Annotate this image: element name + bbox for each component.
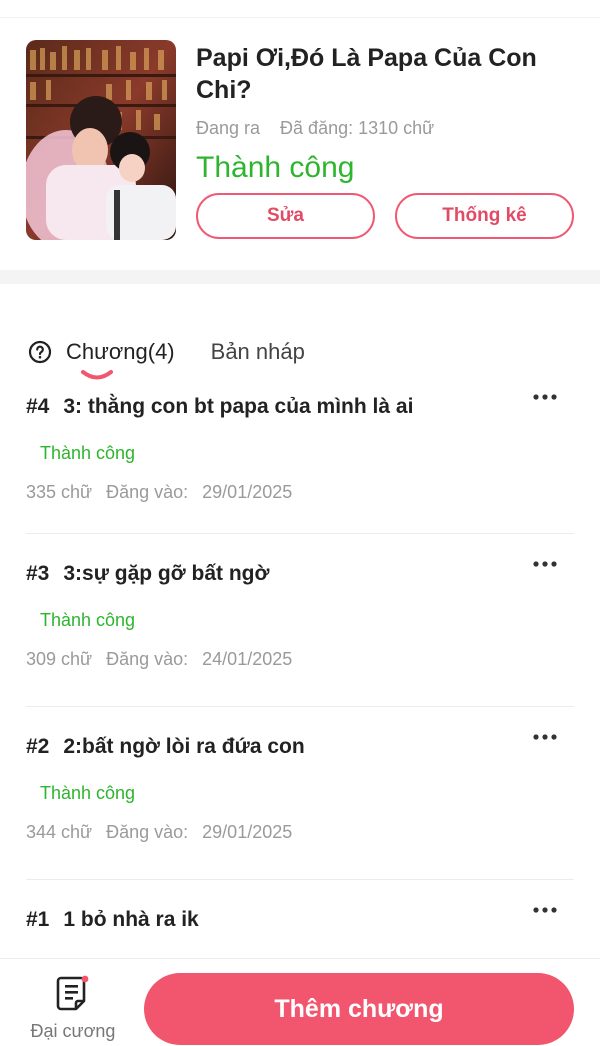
chapter-title: 3: thằng con bt papa của mình là ai	[63, 395, 414, 418]
top-strip	[0, 0, 600, 18]
chapter-date: 29/01/2025	[202, 482, 293, 502]
book-cover-image[interactable]	[26, 40, 176, 240]
outline-document-icon	[56, 975, 89, 1011]
chapter-date-label: Đăng vào:	[106, 649, 189, 669]
chapter-item[interactable]: #2 2:bất ngờ lòi ra đứa con Thành công 3…	[26, 707, 574, 880]
chapter-date-label: Đăng vào:	[106, 482, 189, 502]
more-icon[interactable]	[532, 560, 558, 568]
tab-bar: Chương(4) Bản nháp	[0, 284, 600, 379]
chapter-words: 344 chữ	[26, 822, 93, 842]
chapter-status: Thành công	[40, 443, 136, 463]
book-title[interactable]: Papi Ơi,Đó Là Papa Của Con Chi?	[196, 42, 574, 106]
chapter-item[interactable]: #3 3:sự gặp gỡ bất ngờ Thành công 309 ch…	[26, 534, 574, 707]
tab-drafts[interactable]: Bản nháp	[211, 339, 305, 365]
chapter-item[interactable]: #4 3: thằng con bt papa của mình là ai T…	[26, 379, 574, 534]
chapter-title-row: #2 2:bất ngờ lòi ra đứa con	[26, 735, 574, 759]
more-icon[interactable]	[532, 393, 558, 401]
chapter-title: 2:bất ngờ lòi ra đứa con	[63, 735, 305, 758]
help-icon[interactable]	[28, 340, 52, 364]
chapter-title-row: #1 1 bỏ nhà ra ik	[26, 908, 574, 932]
chapter-number: #3	[26, 562, 50, 585]
chapter-date: 29/01/2025	[202, 822, 293, 842]
chapter-date-label: Đăng vào:	[106, 822, 189, 842]
chapter-status: Thành công	[40, 783, 136, 803]
chapter-list: #4 3: thằng con bt papa của mình là ai T…	[0, 379, 600, 1046]
bottom-action-bar: Đại cương Thêm chương	[0, 958, 600, 1046]
review-status: Thành công	[196, 151, 355, 184]
book-info: Papi Ơi,Đó Là Papa Của Con Chi? Đang ra …	[196, 40, 574, 240]
tab-chapters[interactable]: Chương(4)	[28, 338, 175, 379]
chapter-title-row: #3 3:sự gặp gỡ bất ngờ	[26, 562, 574, 586]
stats-button[interactable]: Thống kê	[395, 193, 574, 239]
story-manage-page: Papi Ơi,Đó Là Papa Của Con Chi? Đang ra …	[0, 0, 600, 1046]
chapter-date: 24/01/2025	[202, 649, 293, 669]
chapter-meta: 335 chữ Đăng vào: 29/01/2025	[26, 482, 574, 503]
outline-label: Đại cương	[30, 1021, 116, 1041]
chapter-number: #2	[26, 735, 50, 758]
more-icon[interactable]	[532, 906, 558, 914]
publish-status: Đang ra	[196, 118, 261, 138]
cover-illustration	[26, 40, 176, 240]
chapter-status: Thành công	[40, 610, 136, 630]
book-actions: Sửa Thống kê	[196, 193, 574, 239]
chapter-title: 3:sự gặp gỡ bất ngờ	[63, 562, 270, 585]
tab-chapters-label: Chương(4)	[66, 338, 175, 364]
outline-button[interactable]: Đại cương	[24, 975, 122, 1042]
tab-drafts-label: Bản nháp	[210, 338, 305, 364]
word-count: Đã đăng: 1310 chữ	[280, 118, 435, 138]
chapter-words: 309 chữ	[26, 649, 93, 669]
chapter-title-row: #4 3: thằng con bt papa của mình là ai	[26, 395, 574, 419]
chapter-number: #1	[26, 908, 50, 931]
chapter-meta: 344 chữ Đăng vào: 29/01/2025	[26, 822, 574, 843]
chapter-meta: 309 chữ Đăng vào: 24/01/2025	[26, 649, 574, 670]
edit-button[interactable]: Sửa	[196, 193, 375, 239]
book-card: Papi Ơi,Đó Là Papa Của Con Chi? Đang ra …	[0, 18, 600, 270]
chapter-words: 335 chữ	[26, 482, 93, 502]
book-meta: Đang ra Đã đăng: 1310 chữ	[196, 118, 574, 139]
chapter-title: 1 bỏ nhà ra ik	[63, 908, 199, 931]
section-divider	[0, 270, 600, 284]
more-icon[interactable]	[532, 733, 558, 741]
add-chapter-button[interactable]: Thêm chương	[144, 973, 574, 1045]
chapter-number: #4	[26, 395, 50, 418]
